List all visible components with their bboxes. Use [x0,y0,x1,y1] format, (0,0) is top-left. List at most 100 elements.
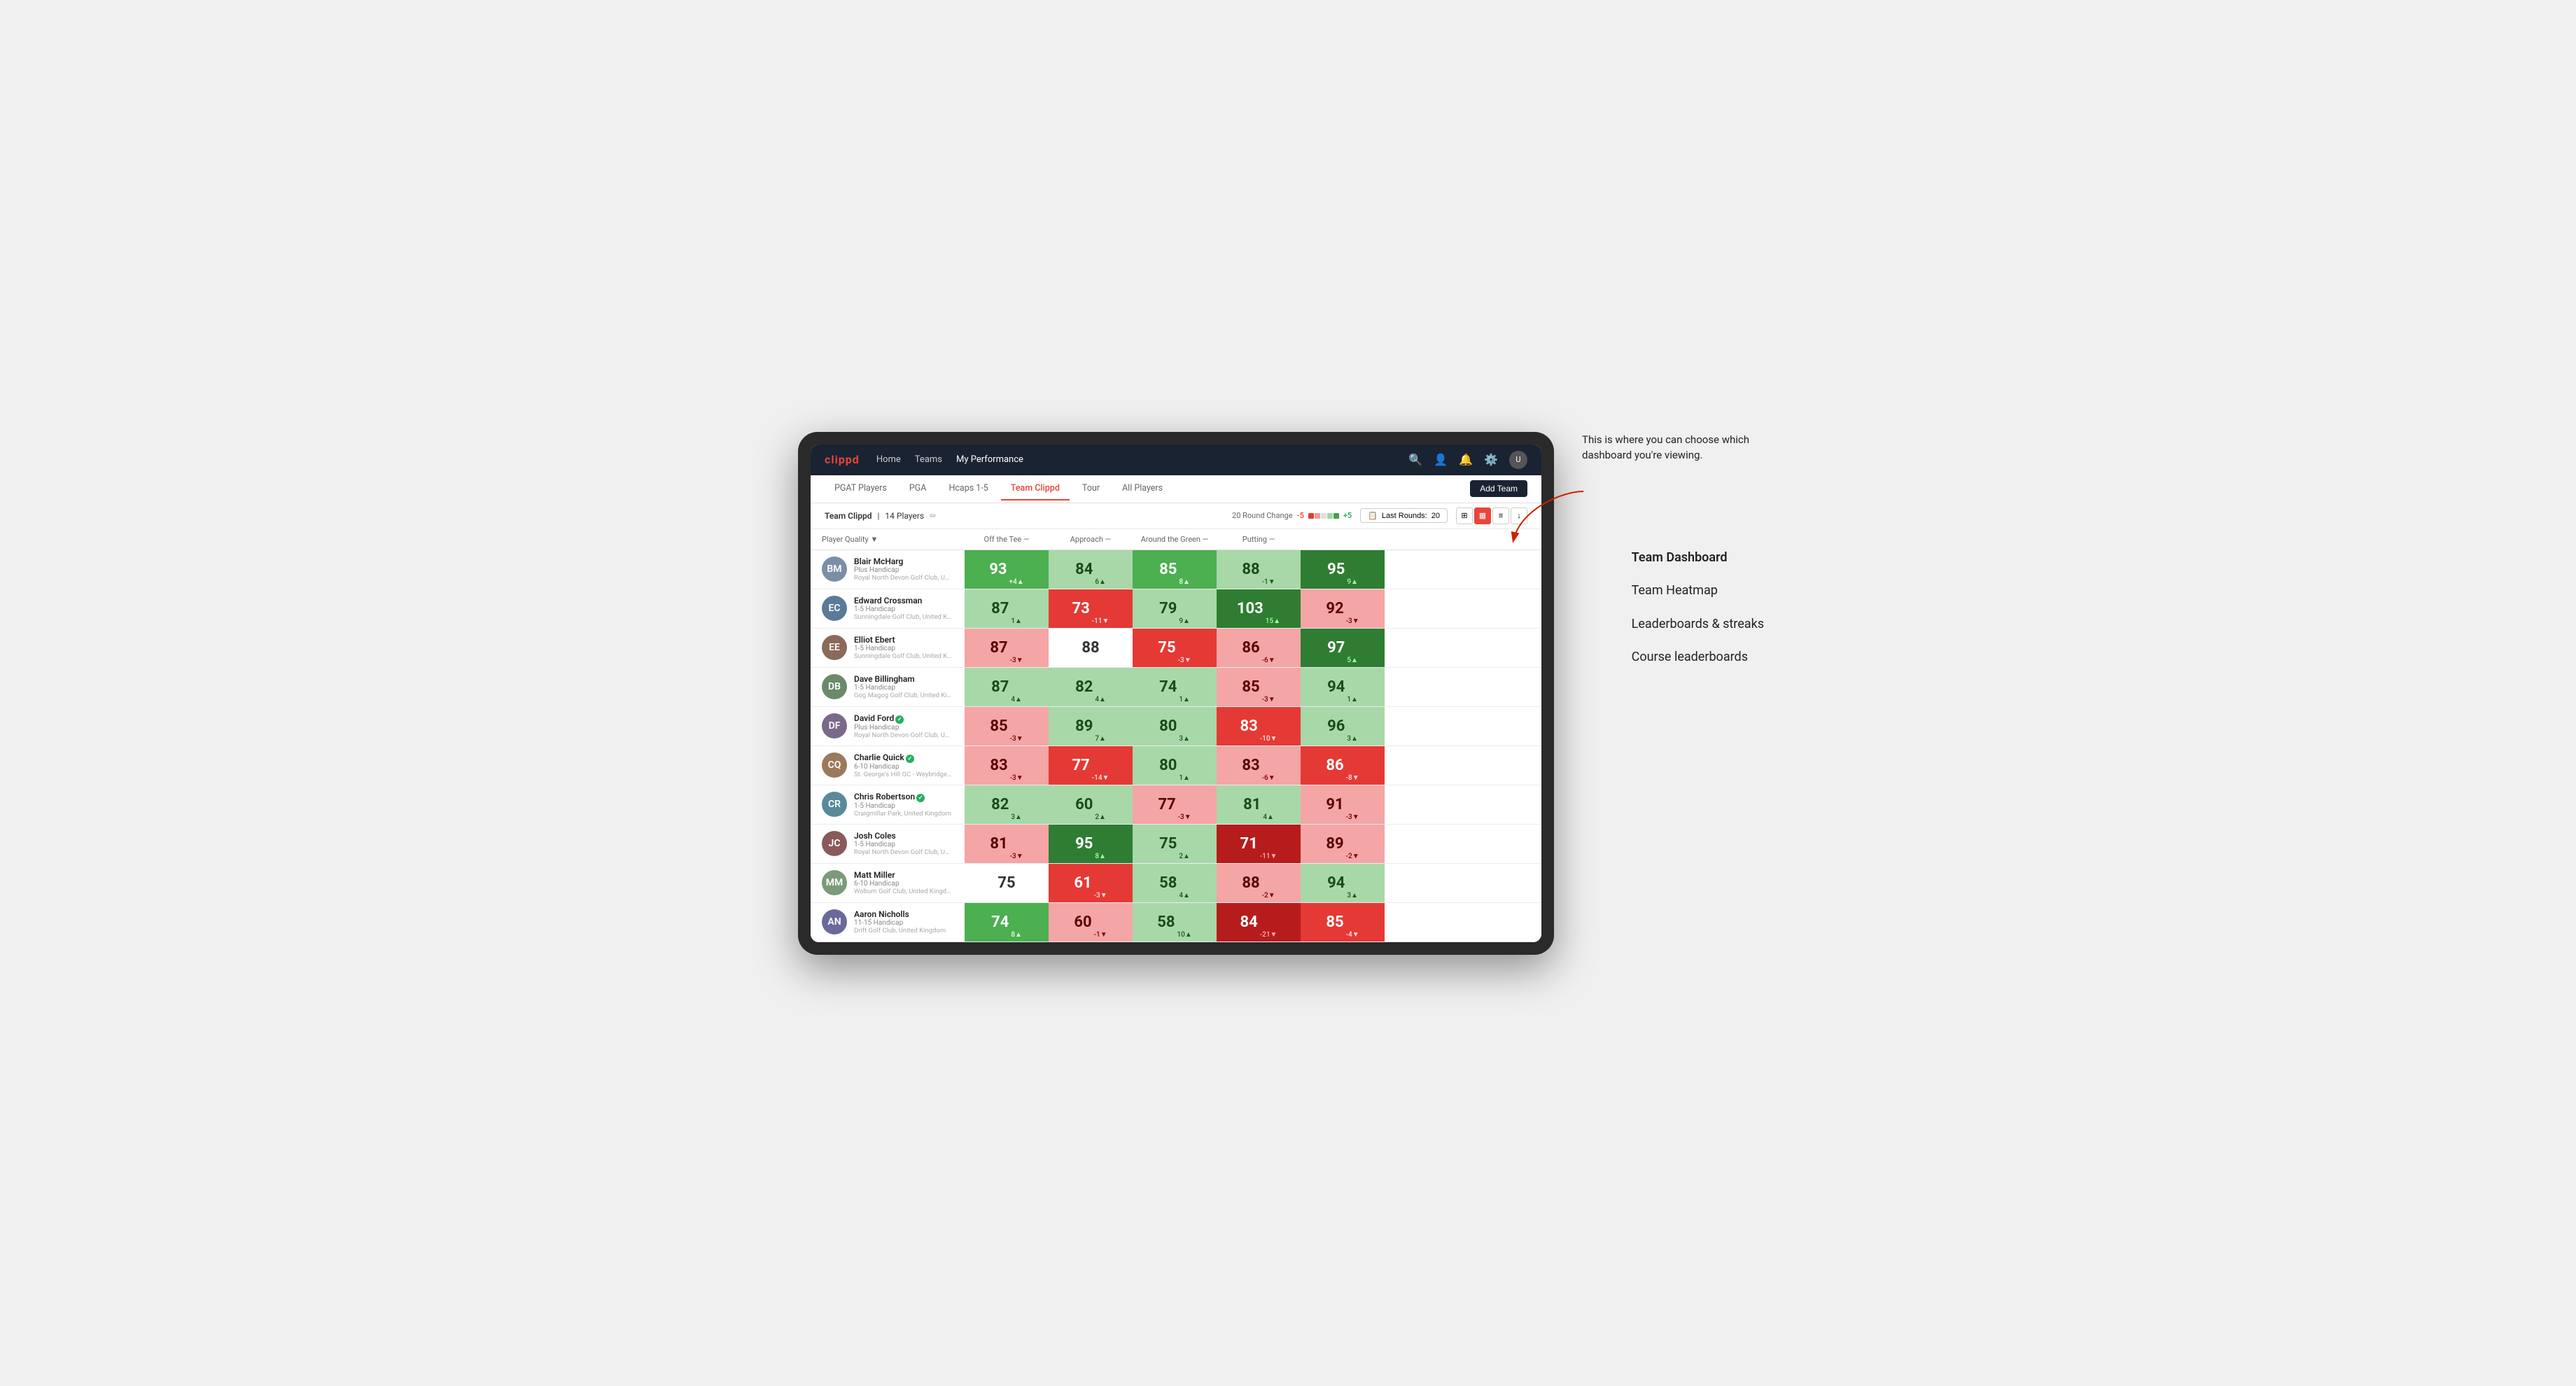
player-cell: EC Edward Crossman 1-5 Handicap Sunningd… [811,590,965,626]
score-value-tee: 84 [1075,561,1093,578]
score-change-approach: 9▲ [1179,617,1190,628]
score-change-green: -21▼ [1260,931,1278,941]
settings-icon[interactable]: ⚙️ [1484,453,1498,466]
edit-icon[interactable]: ✏ [930,511,937,521]
person-icon[interactable]: 👤 [1434,453,1448,466]
tab-team-clippd[interactable]: Team Clippd [1001,477,1070,500]
table-row[interactable]: DF David Ford✓ Plus Handicap Royal North… [811,707,1541,746]
player-name: Elliot Ebert [854,635,952,645]
user-avatar[interactable]: U [1509,451,1527,469]
score-value-green: 83 [1240,718,1258,735]
search-icon[interactable]: 🔍 [1408,453,1422,466]
table-row[interactable]: EC Edward Crossman 1-5 Handicap Sunningd… [811,589,1541,629]
player-cell: DB Dave Billingham 1-5 Handicap Gog Mago… [811,668,965,705]
table-row[interactable]: BM Blair McHarg Plus Handicap Royal Nort… [811,550,1541,589]
score-value-putting: 92 [1326,600,1343,617]
player-cell: BM Blair McHarg Plus Handicap Royal Nort… [811,551,965,587]
player-info: Charlie Quick✓ 6-10 Handicap St. George'… [854,752,952,778]
score-value-approach: 75 [1159,835,1177,853]
score-change-green: -1▼ [1262,578,1275,589]
col-off-tee: Off the Tee — [965,532,1049,547]
score-value-green: 81 [1243,796,1261,813]
score-cell-approach: 85 8▲ [1133,550,1217,589]
player-info: Matt Miller 6-10 Handicap Woburn Golf Cl… [854,870,952,895]
score-cell-green: 88 -1▼ [1217,550,1301,589]
score-change-approach: -3▼ [1178,813,1191,824]
table-row[interactable]: DB Dave Billingham 1-5 Handicap Gog Mago… [811,668,1541,707]
bar-seg-light-red [1315,513,1320,519]
nav-link-home[interactable]: Home [876,451,901,468]
player-info: David Ford✓ Plus Handicap Royal North De… [854,713,952,739]
score-change-quality: -3▼ [1010,853,1023,863]
score-cell-quality: 93 +4▲ [965,550,1049,589]
player-club: Woburn Golf Club, United Kingdom [854,888,952,895]
score-value-putting: 97 [1327,639,1345,657]
table-row[interactable]: AN Aaron Nicholls 11-15 Handicap Drift G… [811,903,1541,942]
score-cell-quality: 87 -3▼ [965,629,1049,667]
score-change-approach: 3▲ [1179,735,1190,746]
score-cell-tee: 88 [1049,629,1133,667]
player-club: St. George's Hill GC - Weybridge, Surrey… [854,771,952,778]
score-value-putting: 89 [1326,835,1343,853]
score-cell-approach: 58 4▲ [1133,864,1217,902]
score-cell-tee: 95 8▲ [1049,825,1133,863]
col-player-quality: Player Quality ▼ [811,532,965,547]
score-change-quality: -3▼ [1010,657,1023,667]
bell-icon[interactable]: 🔔 [1459,453,1473,466]
tab-all-players[interactable]: All Players [1112,477,1172,500]
score-change-putting: 3▲ [1347,735,1358,746]
score-value-tee: 60 [1074,913,1091,931]
player-name: Matt Miller [854,870,952,880]
score-value-tee: 95 [1075,835,1093,853]
score-change-approach: 4▲ [1179,892,1190,902]
score-change-putting: -8▼ [1346,774,1359,785]
score-value-quality: 93 [989,561,1007,578]
tab-pgat[interactable]: PGAT Players [825,477,897,500]
player-handicap: 6-10 Handicap [854,880,952,888]
view-heatmap-button[interactable]: ▦ [1474,507,1491,524]
view-grid-button[interactable]: ⊞ [1456,507,1473,524]
player-avatar: JC [822,831,847,856]
annotation-list: Team Dashboard Team Heatmap Leaderboards… [1632,544,1764,671]
score-cell-quality: 83 -3▼ [965,746,1049,785]
tab-pga[interactable]: PGA [899,477,937,500]
nav-bar: clippd Home Teams My Performance 🔍 👤 🔔 ⚙… [811,444,1541,475]
score-value-quality: 82 [991,796,1009,813]
score-value-green: 88 [1242,561,1259,578]
player-handicap: 1-5 Handicap [854,684,952,692]
last-rounds-icon: 📋 [1368,511,1378,520]
tab-tour[interactable]: Tour [1072,477,1110,500]
player-avatar: DB [822,674,847,699]
score-value-approach: 75 [1158,639,1175,657]
score-value-putting: 86 [1326,757,1343,774]
score-cell-green: 83 -6▼ [1217,746,1301,785]
player-club: Drift Golf Club, United Kingdom [854,927,946,934]
player-avatar: EC [822,596,847,621]
score-cell-tee: 84 6▲ [1049,550,1133,589]
table-row[interactable]: JC Josh Coles 1-5 Handicap Royal North D… [811,825,1541,864]
score-change-green: -10▼ [1260,735,1278,746]
score-change-putting: 3▲ [1347,892,1358,902]
score-value-approach: 80 [1159,718,1177,735]
score-change-approach: 8▲ [1179,578,1190,589]
score-cell-approach: 80 3▲ [1133,707,1217,746]
score-change-putting: -4▼ [1346,931,1359,941]
score-value-approach: 58 [1157,913,1175,931]
score-change-green: -11▼ [1260,853,1278,863]
tab-hcaps[interactable]: Hcaps 1-5 [939,477,997,500]
score-value-green: 84 [1240,913,1258,931]
sub-header-right: 20 Round Change -5 +5 📋 Last [1232,507,1527,524]
nav-link-teams[interactable]: Teams [915,451,942,468]
change-positive: +5 [1343,511,1352,520]
nav-link-performance[interactable]: My Performance [956,451,1023,468]
player-info: Dave Billingham 1-5 Handicap Gog Magog G… [854,674,952,699]
table-row[interactable]: MM Matt Miller 6-10 Handicap Woburn Golf… [811,864,1541,903]
score-cell-putting: 94 1▲ [1301,668,1385,706]
last-rounds-button[interactable]: 📋 Last Rounds: 20 [1360,508,1448,523]
score-value-quality: 85 [990,718,1007,735]
table-row[interactable]: EE Elliot Ebert 1-5 Handicap Sunningdale… [811,629,1541,668]
score-value-green: 86 [1242,639,1259,657]
table-row[interactable]: CQ Charlie Quick✓ 6-10 Handicap St. Geor… [811,746,1541,785]
table-row[interactable]: CR Chris Robertson✓ 1-5 Handicap Craigmi… [811,785,1541,825]
score-cell-approach: 74 1▲ [1133,668,1217,706]
